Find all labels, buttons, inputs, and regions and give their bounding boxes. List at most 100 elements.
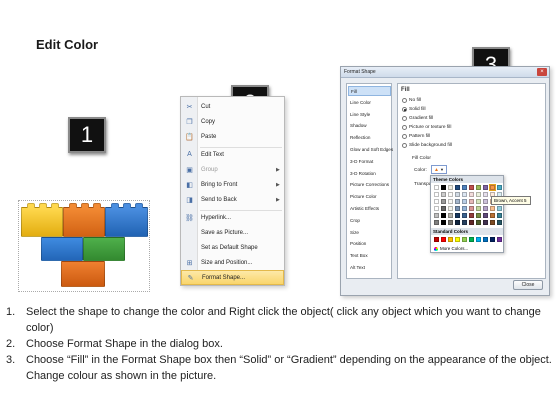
brick-orange[interactable] [63, 203, 105, 237]
color-swatch[interactable] [462, 185, 467, 190]
color-swatch[interactable] [434, 199, 439, 204]
color-swatch[interactable] [483, 192, 488, 197]
color-swatch[interactable] [469, 213, 474, 218]
standard-color-swatch[interactable] [483, 237, 488, 242]
color-swatch[interactable] [434, 220, 439, 225]
standard-color-swatch[interactable] [462, 237, 467, 242]
color-swatch[interactable] [441, 185, 446, 190]
standard-color-swatch[interactable] [455, 237, 460, 242]
lego-bricks-image[interactable] [18, 200, 150, 292]
color-swatch[interactable] [476, 213, 481, 218]
color-swatch[interactable] [448, 199, 453, 204]
category-3-d-format[interactable]: 3-D Format [348, 157, 391, 167]
radio-button[interactable] [402, 143, 407, 148]
color-swatch[interactable] [489, 184, 496, 191]
color-swatch[interactable] [490, 206, 495, 211]
menu-item-paste[interactable]: 📋 Paste [181, 129, 284, 144]
menu-item-set-as-default-shape[interactable]: Set as Default Shape [181, 240, 284, 255]
color-swatch[interactable] [483, 185, 488, 190]
color-swatch[interactable] [490, 213, 495, 218]
option-slide-background-fill[interactable]: Slide background fill [402, 143, 452, 148]
menu-item-size-and-position[interactable]: ⊞ Size and Position... [181, 255, 284, 270]
color-swatch[interactable] [441, 220, 446, 225]
color-swatch[interactable] [441, 206, 446, 211]
option-no-fill[interactable]: No fill [402, 98, 421, 103]
category-reflection[interactable]: Reflection [348, 133, 391, 143]
color-swatch[interactable] [434, 185, 439, 190]
color-swatch[interactable] [448, 192, 453, 197]
color-swatch[interactable] [434, 213, 439, 218]
color-swatch[interactable] [469, 220, 474, 225]
radio-button[interactable] [402, 134, 407, 139]
menu-item-cut[interactable]: ✂ Cut [181, 99, 284, 114]
menu-item-edit-text[interactable]: A Edit Text [181, 147, 284, 162]
color-swatch[interactable] [441, 199, 446, 204]
color-swatch[interactable] [476, 206, 481, 211]
close-icon[interactable]: × [537, 68, 547, 76]
category-picture-corrections[interactable]: Picture Corrections [348, 180, 391, 190]
color-swatch[interactable] [469, 192, 474, 197]
standard-color-swatch[interactable] [434, 237, 439, 242]
color-swatch[interactable] [497, 185, 502, 190]
color-swatch[interactable] [490, 220, 495, 225]
menu-item-hyperlink[interactable]: ⛓ Hyperlink... [181, 210, 284, 225]
menu-item-bring-to-front[interactable]: ◧ Bring to Front ▶ [181, 177, 284, 192]
color-swatch[interactable] [441, 213, 446, 218]
color-swatch[interactable] [462, 192, 467, 197]
brick-green[interactable] [83, 237, 125, 261]
color-swatch[interactable] [462, 213, 467, 218]
color-swatch[interactable] [476, 220, 481, 225]
color-swatch[interactable] [462, 206, 467, 211]
standard-color-swatch[interactable] [441, 237, 446, 242]
category-fill[interactable]: Fill [348, 86, 391, 96]
color-dropdown-button[interactable]: ▲ ▼ [431, 165, 447, 174]
menu-item-copy[interactable]: ❐ Copy [181, 114, 284, 129]
color-swatch[interactable] [476, 192, 481, 197]
color-swatch[interactable] [469, 199, 474, 204]
radio-button[interactable] [402, 125, 407, 130]
standard-color-swatch[interactable] [469, 237, 474, 242]
category-shadow[interactable]: Shadow [348, 121, 391, 131]
option-gradient-fill[interactable]: Gradient fill [402, 116, 433, 121]
brick-blue[interactable] [41, 237, 83, 261]
menu-item-group[interactable]: ▣ Group ▶ [181, 162, 284, 177]
color-swatch[interactable] [497, 220, 502, 225]
color-swatch[interactable] [434, 206, 439, 211]
category-line-color[interactable]: Line Color [348, 98, 391, 108]
radio-button[interactable] [402, 98, 407, 103]
category-crop[interactable]: Crop [348, 216, 391, 226]
category-text-box[interactable]: Text Box [348, 251, 391, 261]
color-swatch[interactable] [476, 185, 481, 190]
color-swatch[interactable] [497, 206, 502, 211]
option-solid-fill[interactable]: Solid fill [402, 107, 426, 112]
radio-button[interactable] [402, 107, 407, 112]
category-artistic-effects[interactable]: Artistic Effects [348, 204, 391, 214]
color-swatch[interactable] [455, 199, 460, 204]
close-button[interactable]: Close [513, 280, 543, 290]
standard-color-swatch[interactable] [490, 237, 495, 242]
category-position[interactable]: Position [348, 239, 391, 249]
standard-color-swatch[interactable] [476, 237, 481, 242]
brick-blue[interactable] [105, 203, 148, 237]
color-swatch[interactable] [469, 206, 474, 211]
category-picture-color[interactable]: Picture Color [348, 192, 391, 202]
color-swatch[interactable] [476, 199, 481, 204]
color-swatch[interactable] [462, 199, 467, 204]
color-swatch[interactable] [448, 220, 453, 225]
category-glow-and-soft-edges[interactable]: Glow and Soft Edges [348, 145, 393, 155]
standard-color-swatch[interactable] [448, 237, 453, 242]
more-colors-item[interactable]: More Colors... [434, 246, 468, 251]
option-pattern-fill[interactable]: Pattern fill [402, 134, 430, 139]
color-swatch[interactable] [497, 213, 502, 218]
color-swatch[interactable] [448, 206, 453, 211]
menu-item-send-to-back[interactable]: ◨ Send to Back ▶ [181, 192, 284, 207]
color-swatch[interactable] [455, 213, 460, 218]
color-swatch[interactable] [434, 192, 439, 197]
color-swatch[interactable] [448, 213, 453, 218]
color-swatch[interactable] [462, 220, 467, 225]
color-swatch[interactable] [483, 199, 488, 204]
category-alt-text[interactable]: Alt Text [348, 263, 391, 273]
category-line-style[interactable]: Line Style [348, 110, 391, 120]
brick-yellow[interactable] [21, 203, 63, 237]
radio-button[interactable] [402, 116, 407, 121]
